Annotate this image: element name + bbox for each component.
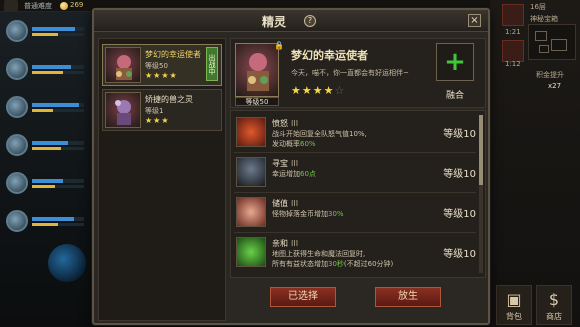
spirit-level: 等级50 xyxy=(145,62,168,70)
spirit-card-lucky-messenger[interactable]: 梦幻的幸运使者 等级50 ★★★★ 出战中 xyxy=(102,44,222,86)
spirit-name: 梦幻的幸运使者 xyxy=(145,50,201,59)
hero-hp-bar xyxy=(32,27,84,31)
skill-level: 等级10 xyxy=(443,129,476,140)
spirit-level: 等级1 xyxy=(145,107,164,115)
floor-label: 16层 xyxy=(530,3,546,11)
hero-mp-bar xyxy=(32,147,84,150)
dollar-icon: $ xyxy=(548,290,560,309)
skill-name: 愤怒 III xyxy=(272,119,299,128)
timer-1: 1:21 xyxy=(505,28,521,36)
skill-row-treasure: 寻宝 III 幸运增加60点 等级10 xyxy=(234,155,476,193)
hero-slot[interactable] xyxy=(6,96,86,118)
help-icon[interactable]: ? xyxy=(304,15,316,27)
bag-icon: ▣ xyxy=(506,290,522,309)
hero-avatar xyxy=(6,58,28,80)
timer-2: 1:12 xyxy=(505,60,521,68)
chest-label: 积金提升 xyxy=(536,71,564,79)
hero-slot[interactable] xyxy=(6,210,86,232)
dialog-title-bar: 精灵 ? × xyxy=(94,10,488,32)
skill-level: 等级10 xyxy=(443,249,476,260)
hero-slot[interactable] xyxy=(6,58,86,80)
mode-icon xyxy=(4,0,18,12)
skill-orb-icon[interactable] xyxy=(48,244,86,282)
hero-hp-bar xyxy=(32,65,84,69)
hero-mp-bar xyxy=(32,185,84,188)
spirit-detail: 🔒 等级50 梦幻的幸运使者 今天，喵不，你一直都会有好运相伴~ ★★★★☆ +… xyxy=(230,38,486,108)
fuse-label: 融合 xyxy=(445,91,464,101)
active-badge: 出战中 xyxy=(206,47,218,81)
shop-label: 商店 xyxy=(546,312,562,321)
scrollbar-thumb[interactable] xyxy=(479,115,483,185)
detail-level: 等级50 xyxy=(235,97,279,106)
gold-coin-icon xyxy=(60,2,68,10)
hero-slot[interactable] xyxy=(6,172,86,194)
shop-button[interactable]: $ 商店 xyxy=(536,285,572,325)
hero-mp-bar xyxy=(32,223,84,226)
item-slot-icon[interactable] xyxy=(502,4,524,26)
skill-row-savings: 储值 III 怪物掉落金币增加30% 等级10 xyxy=(234,195,476,233)
spirit-card-agile-beast[interactable]: 矫捷的兽之灵 等级1 ★★★ xyxy=(102,89,222,131)
skill-name: 寻宝 III xyxy=(272,159,299,168)
bag-button[interactable]: ▣ 背包 xyxy=(496,285,532,325)
hero-avatar xyxy=(6,20,28,42)
map-label: 神秘宝箱 xyxy=(530,15,558,23)
detail-stars: ★★★★☆ xyxy=(291,84,346,97)
skill-name: 储值 III xyxy=(272,199,299,208)
hero-hp-bar xyxy=(32,141,84,145)
hero-hp-bar xyxy=(32,103,84,107)
hero-slot[interactable] xyxy=(6,134,86,156)
hero-avatar xyxy=(6,172,28,194)
skill-description: 幸运增加60点 xyxy=(272,170,316,178)
savings-icon xyxy=(236,197,266,227)
hero-hp-bar xyxy=(32,179,84,183)
skill-row-rage: 愤怒 III 战斗开始回复全队怒气值10%, 发动概率60% 等级10 xyxy=(234,115,476,153)
spirit-stars: ★★★ xyxy=(145,116,170,125)
skill-row-affinity: 亲和 III 地图上获得生命和魔法回复时, 所有有益状态增加30秒(不超过60分钟)… xyxy=(234,235,476,273)
spirit-stars: ★★★★ xyxy=(145,71,178,80)
spirit-portrait xyxy=(105,47,141,83)
skill-name: 亲和 III xyxy=(272,239,299,248)
hero-mp-bar xyxy=(32,71,84,74)
dialog-title: 精灵 xyxy=(262,15,287,29)
skill-description: 地图上获得生命和魔法回复时, 所有有益状态增加30秒(不超过60分钟) xyxy=(272,250,394,268)
skill-description: 战斗开始回复全队怒气值10%, 发动概率60% xyxy=(272,130,367,148)
fuse-button[interactable]: + xyxy=(436,43,474,81)
difficulty-label: 普通难度 xyxy=(24,2,52,10)
item-slot-icon[interactable] xyxy=(502,40,524,62)
spirit-list: 梦幻的幸运使者 等级50 ★★★★ 出战中 矫捷的兽之灵 等级1 ★★★ xyxy=(98,38,226,321)
skill-level: 等级10 xyxy=(443,169,476,180)
minimap[interactable] xyxy=(528,24,576,60)
spirit-dialog: 精灵 ? × 梦幻的幸运使者 等级50 ★★★★ 出战中 矫捷的兽之灵 等级1 … xyxy=(92,8,490,325)
skill-description: 怪物掉落金币增加30% xyxy=(272,210,344,218)
selected-button[interactable]: 已选择 xyxy=(270,287,336,307)
hero-mp-bar xyxy=(32,33,84,36)
rage-icon xyxy=(236,117,266,147)
gold-count: 269 xyxy=(70,1,84,9)
multiplier-label: x27 xyxy=(548,82,562,90)
skill-level: 等级10 xyxy=(443,209,476,220)
bag-label: 背包 xyxy=(506,312,522,321)
detail-description: 今天，喵不，你一直都会有好运相伴~ xyxy=(291,69,409,77)
skill-scrollbar[interactable] xyxy=(479,115,483,273)
hero-slot[interactable] xyxy=(6,20,86,42)
hero-hp-bar xyxy=(32,217,84,221)
hero-mp-bar xyxy=(32,109,84,112)
lock-icon[interactable]: 🔒 xyxy=(274,41,284,50)
detail-name: 梦幻的幸运使者 xyxy=(291,49,368,62)
treasure-hunter-icon xyxy=(236,157,266,187)
spirit-name: 矫捷的兽之灵 xyxy=(145,95,193,104)
spirit-portrait xyxy=(105,92,141,128)
hero-avatar xyxy=(6,210,28,232)
close-button[interactable]: × xyxy=(468,14,481,27)
hero-avatar xyxy=(6,96,28,118)
leaf-icon xyxy=(236,237,266,267)
hero-avatar xyxy=(6,134,28,156)
skill-list: 愤怒 III 战斗开始回复全队怒气值10%, 发动概率60% 等级10 寻宝 III … xyxy=(230,110,486,278)
release-button[interactable]: 放生 xyxy=(375,287,441,307)
detail-portrait xyxy=(235,43,279,97)
